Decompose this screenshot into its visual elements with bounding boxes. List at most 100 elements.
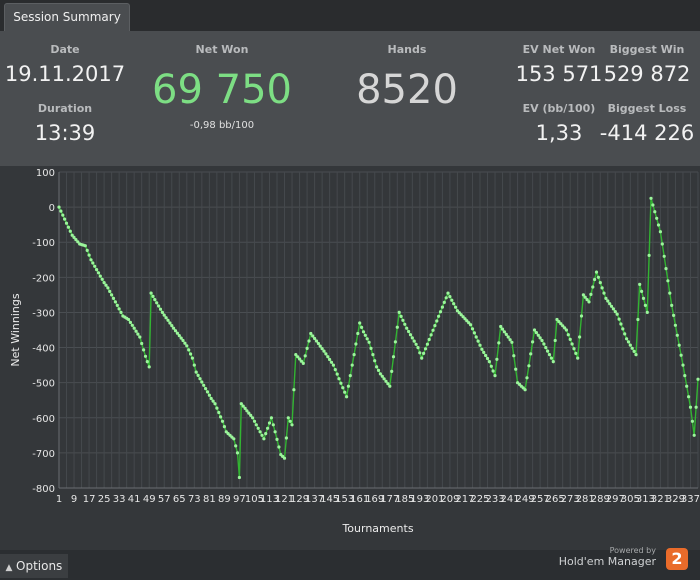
data-point xyxy=(339,381,343,385)
data-point xyxy=(307,339,311,343)
y-axis-label: Net Winnings xyxy=(9,293,22,366)
chart-svg: 1000-100-200-300-400-500-600-700-800 191… xyxy=(9,168,700,535)
data-point xyxy=(292,388,296,392)
data-point xyxy=(329,360,334,364)
data-point xyxy=(469,323,473,327)
data-point xyxy=(170,324,174,328)
data-point xyxy=(234,444,238,448)
x-tick-label: 25 xyxy=(98,494,111,505)
data-point xyxy=(591,285,595,289)
duration-value: 13:39 xyxy=(34,121,96,145)
data-point xyxy=(397,310,401,314)
data-point xyxy=(155,301,159,305)
data-point xyxy=(391,355,396,359)
data-point xyxy=(660,242,664,246)
options-button[interactable]: ▲ Options xyxy=(0,554,68,578)
data-point xyxy=(623,332,627,336)
data-point xyxy=(425,342,429,346)
data-point xyxy=(354,342,358,346)
data-point xyxy=(673,323,678,327)
data-point xyxy=(589,292,593,296)
y-tick-label: -800 xyxy=(32,484,55,495)
y-tick-label: -700 xyxy=(32,449,55,460)
data-point xyxy=(235,451,240,455)
data-point xyxy=(407,329,411,334)
data-point xyxy=(570,342,574,346)
data-point xyxy=(651,203,655,207)
data-point xyxy=(444,296,448,300)
tab-session-summary[interactable]: Session Summary xyxy=(4,3,130,31)
data-point xyxy=(157,304,161,308)
data-point xyxy=(151,294,155,298)
data-point xyxy=(621,327,625,331)
data-point xyxy=(696,377,700,381)
data-point xyxy=(108,289,112,293)
y-tick-label: -300 xyxy=(32,308,55,319)
data-point xyxy=(606,299,610,303)
data-point xyxy=(373,359,377,363)
data-point xyxy=(440,305,444,309)
data-point xyxy=(399,314,403,318)
x-tick-label: 33 xyxy=(113,494,126,505)
data-point xyxy=(653,210,657,214)
data-point xyxy=(95,268,99,272)
data-point xyxy=(493,374,497,378)
data-point xyxy=(414,342,418,346)
data-point xyxy=(262,437,266,441)
net-winnings-chart: 100 0 -100 -200 -300 -400 -500 -600 -700 -800 191… xyxy=(0,166,700,550)
data-point xyxy=(269,416,273,420)
x-tick-label: 65 xyxy=(173,494,186,505)
data-point xyxy=(204,387,208,391)
data-point xyxy=(410,336,414,340)
data-point xyxy=(643,303,648,307)
data-point xyxy=(115,303,119,307)
data-point xyxy=(145,360,149,364)
data-point xyxy=(160,310,164,314)
data-point xyxy=(615,312,619,316)
ev-bb100-value: 1,33 xyxy=(535,121,583,145)
x-tick-label: 49 xyxy=(143,494,156,505)
data-point xyxy=(438,310,443,314)
data-point xyxy=(213,402,217,406)
data-point xyxy=(59,209,63,213)
data-point xyxy=(472,331,476,335)
brand-text: Powered by Hold'em Manager xyxy=(559,546,656,568)
data-point xyxy=(181,338,185,343)
data-point xyxy=(66,225,70,229)
data-point xyxy=(322,349,326,353)
data-point xyxy=(536,333,540,337)
date-value: 19.11.2017 xyxy=(4,62,126,86)
y-tick-label: 100 xyxy=(36,168,55,179)
data-point xyxy=(102,281,106,285)
data-point xyxy=(687,395,691,399)
data-point xyxy=(529,352,533,356)
data-point xyxy=(83,244,87,248)
data-point xyxy=(510,340,514,344)
x-tick-label: 9 xyxy=(71,494,77,505)
data-point xyxy=(57,205,61,209)
data-point xyxy=(369,346,373,350)
data-point xyxy=(89,258,93,262)
x-axis-ticks: 1 9 17 25 33 41 49 57 65 73 81 89 97 1051131211291371… xyxy=(56,494,700,505)
data-point xyxy=(647,253,651,257)
data-point xyxy=(666,279,670,283)
data-point xyxy=(113,300,117,304)
data-point xyxy=(670,303,674,307)
ev-bb100-label: EV (bb/100) xyxy=(522,102,596,115)
data-point xyxy=(346,384,350,388)
data-point xyxy=(617,317,621,321)
data-point xyxy=(470,327,475,331)
data-point xyxy=(677,343,681,347)
data-point xyxy=(168,321,172,325)
data-point xyxy=(390,369,394,373)
bottom-bar: ▲ Options Powered by Hold'em Manager 2 xyxy=(0,546,700,578)
data-point xyxy=(544,346,548,350)
data-point xyxy=(365,337,369,341)
data-point xyxy=(527,364,531,368)
data-point xyxy=(267,421,272,425)
data-point xyxy=(194,370,198,374)
data-point xyxy=(423,347,428,351)
data-point xyxy=(662,254,666,258)
data-point xyxy=(232,437,236,441)
data-point xyxy=(547,353,552,357)
